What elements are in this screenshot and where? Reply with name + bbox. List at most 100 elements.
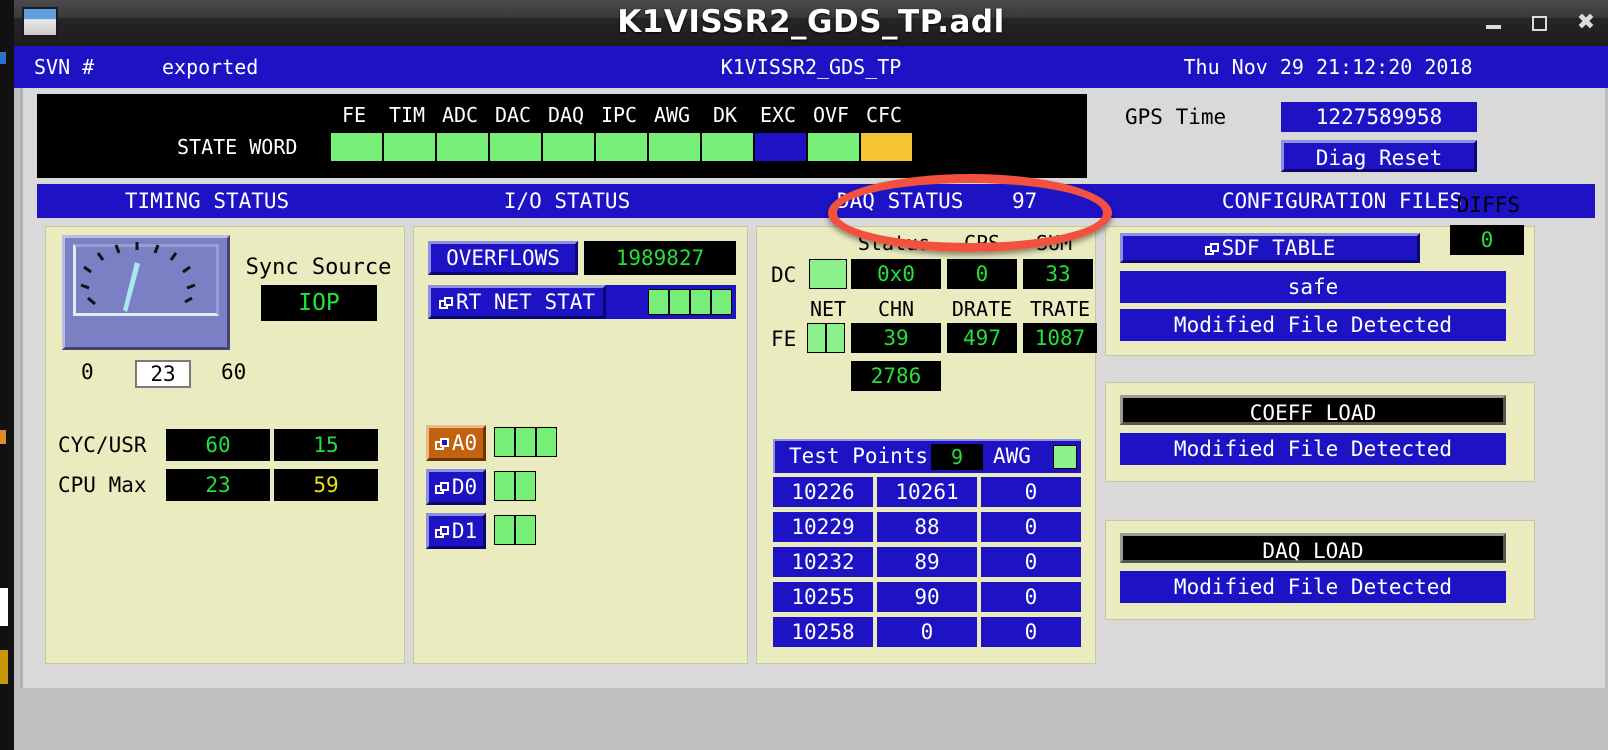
io-channel-label: D0 xyxy=(451,475,478,499)
test-point-cell[interactable]: 0 xyxy=(877,617,977,647)
screen: K1VISSR2_GDS_TP.adl ✖ SVN # exported K1V… xyxy=(0,0,1608,750)
diag-reset-button[interactable]: Diag Reset xyxy=(1281,140,1477,172)
state-word-panel: FE TIM ADC DAC DAQ IPC AWG DK EXC OVF CFC STATE WO… xyxy=(37,94,1087,178)
status-segment xyxy=(648,289,669,315)
daq-header-status: Status xyxy=(857,231,931,255)
close-icon[interactable]: ✖ xyxy=(1576,12,1596,34)
content-area: FE TIM ADC DAC DAQ IPC AWG DK EXC OVF CFC STATE WO… xyxy=(20,88,1605,688)
daq-status-value: 97 xyxy=(1012,189,1038,213)
dc-label: DC xyxy=(771,263,797,287)
status-segment xyxy=(669,289,690,315)
section-title-timing: TIMING STATUS xyxy=(124,189,290,213)
maximize-icon[interactable] xyxy=(1530,13,1550,33)
desktop-background-sliver xyxy=(0,0,14,750)
daq-header-net: NET xyxy=(809,297,847,321)
test-point-cell[interactable]: 0 xyxy=(981,582,1081,612)
rt-net-stat-button[interactable]: RT NET STAT xyxy=(428,285,606,319)
daq-header-cps: CPS xyxy=(963,231,1001,255)
background-window-c xyxy=(0,588,8,626)
daq-load-label: DAQ LOAD xyxy=(1120,533,1506,563)
state-word-bit-adc xyxy=(436,132,489,162)
window-controls: ✖ xyxy=(1484,0,1596,46)
table-row: 10258 0 0 xyxy=(773,617,1081,647)
related-display-icon xyxy=(434,438,450,451)
test-point-cell[interactable]: 10258 xyxy=(773,617,873,647)
gps-time-block: GPS Time 1227589958 Diag Reset xyxy=(1095,94,1595,178)
daq-header-chn: CHN xyxy=(877,297,915,321)
test-point-cell[interactable]: 90 xyxy=(877,582,977,612)
state-word-bit-label: DAQ xyxy=(547,103,585,127)
test-point-cell[interactable]: 0 xyxy=(981,477,1081,507)
fe-drate-value: 497 xyxy=(947,323,1017,353)
sdf-state-value[interactable]: safe xyxy=(1120,271,1506,303)
test-point-cell[interactable]: 0 xyxy=(981,512,1081,542)
state-word-bit-labels: FE TIM ADC DAC DAQ IPC AWG DK EXC OVF CFC xyxy=(37,100,1087,130)
coeff-load-label: COEFF LOAD xyxy=(1120,395,1506,425)
state-word-bit-label: DK xyxy=(712,103,738,127)
test-point-cell[interactable]: 89 xyxy=(877,547,977,577)
test-point-cell[interactable]: 10229 xyxy=(773,512,873,542)
timing-row-label: CPU Max xyxy=(58,473,147,497)
status-segment xyxy=(494,471,515,501)
io-channel-button-a0[interactable]: A0 xyxy=(426,425,486,461)
timing-row-value: 15 xyxy=(274,429,378,461)
diffs-value: 0 xyxy=(1450,225,1524,255)
timing-row-value: 59 xyxy=(274,469,378,501)
state-word-bit-ovf xyxy=(807,132,860,162)
config-daq-panel: DAQ LOAD Modified File Detected xyxy=(1105,520,1535,620)
svn-header-bar: SVN # exported K1VISSR2_GDS_TP Thu Nov 2… xyxy=(14,46,1608,88)
state-word-bit-label: EXC xyxy=(759,103,797,127)
test-point-cell[interactable]: 88 xyxy=(877,512,977,542)
state-word-bit-awg xyxy=(648,132,701,162)
io-channel-button-d0[interactable]: D0 xyxy=(426,469,486,505)
state-word-bit-label: DAC xyxy=(494,103,532,127)
state-word-indicators xyxy=(330,132,913,162)
status-segment xyxy=(494,427,515,457)
io-status-panel: OVERFLOWS 1989827 RT NET STAT A0 D0 D1 xyxy=(413,226,748,664)
table-row: 10226 10261 0 xyxy=(773,477,1081,507)
state-word-bit-daq xyxy=(542,132,595,162)
coeff-load-status[interactable]: Modified File Detected xyxy=(1120,433,1506,465)
status-segment xyxy=(807,323,826,353)
section-title-io: I/O STATUS xyxy=(503,189,631,213)
awg-label: AWG xyxy=(993,444,1031,468)
io-channel-button-d1[interactable]: D1 xyxy=(426,513,486,549)
test-point-cell[interactable]: 10232 xyxy=(773,547,873,577)
status-segment xyxy=(826,323,845,353)
timing-row-label: CYC/USR xyxy=(58,433,147,457)
state-word-bit-label: OVF xyxy=(812,103,850,127)
diffs-label: DIFFS xyxy=(1456,193,1520,217)
related-display-icon xyxy=(434,526,450,539)
test-point-cell[interactable]: 0 xyxy=(981,547,1081,577)
window-title: K1VISSR2_GDS_TP.adl xyxy=(617,4,1005,40)
dc-status-led xyxy=(809,259,847,289)
gps-time-value: 1227589958 xyxy=(1281,102,1477,132)
fe-chn-value: 39 xyxy=(851,323,941,353)
sdf-table-button[interactable]: SDF TABLE xyxy=(1120,233,1420,263)
cycle-meter: 0 60 23 xyxy=(62,235,246,388)
status-segment xyxy=(515,471,536,501)
awg-led xyxy=(1053,445,1077,469)
datetime-display: Thu Nov 29 21:12:20 2018 xyxy=(1183,55,1473,79)
state-word-bit-fe xyxy=(330,132,383,162)
test-point-cell[interactable]: 10255 xyxy=(773,582,873,612)
test-point-cell[interactable]: 10261 xyxy=(877,477,977,507)
window-body: FE TIM ADC DAC DAQ IPC AWG DK EXC OVF CFC STATE WO… xyxy=(14,88,1608,750)
state-word-bit-label: ADC xyxy=(441,103,479,127)
state-word-bit-tim xyxy=(383,132,436,162)
related-display-icon xyxy=(1204,243,1220,256)
test-point-cell[interactable]: 10226 xyxy=(773,477,873,507)
section-header-bar: TIMING STATUS I/O STATUS DAQ STATUS 97 C… xyxy=(37,184,1595,218)
state-word-bit-exc xyxy=(754,132,807,162)
sdf-status-message[interactable]: Modified File Detected xyxy=(1120,309,1506,341)
daq-load-status[interactable]: Modified File Detected xyxy=(1120,571,1506,603)
rt-net-stat-segments xyxy=(648,289,732,315)
minimize-icon[interactable] xyxy=(1484,13,1504,33)
overflows-button[interactable]: OVERFLOWS xyxy=(428,241,578,275)
test-point-cell[interactable]: 0 xyxy=(981,617,1081,647)
meter-min-label: 0 xyxy=(81,360,94,384)
sync-source-label: Sync Source xyxy=(245,255,392,280)
config-coeff-panel: COEFF LOAD Modified File Detected xyxy=(1105,382,1535,482)
status-segment xyxy=(515,427,536,457)
state-word-bit-dk xyxy=(701,132,754,162)
